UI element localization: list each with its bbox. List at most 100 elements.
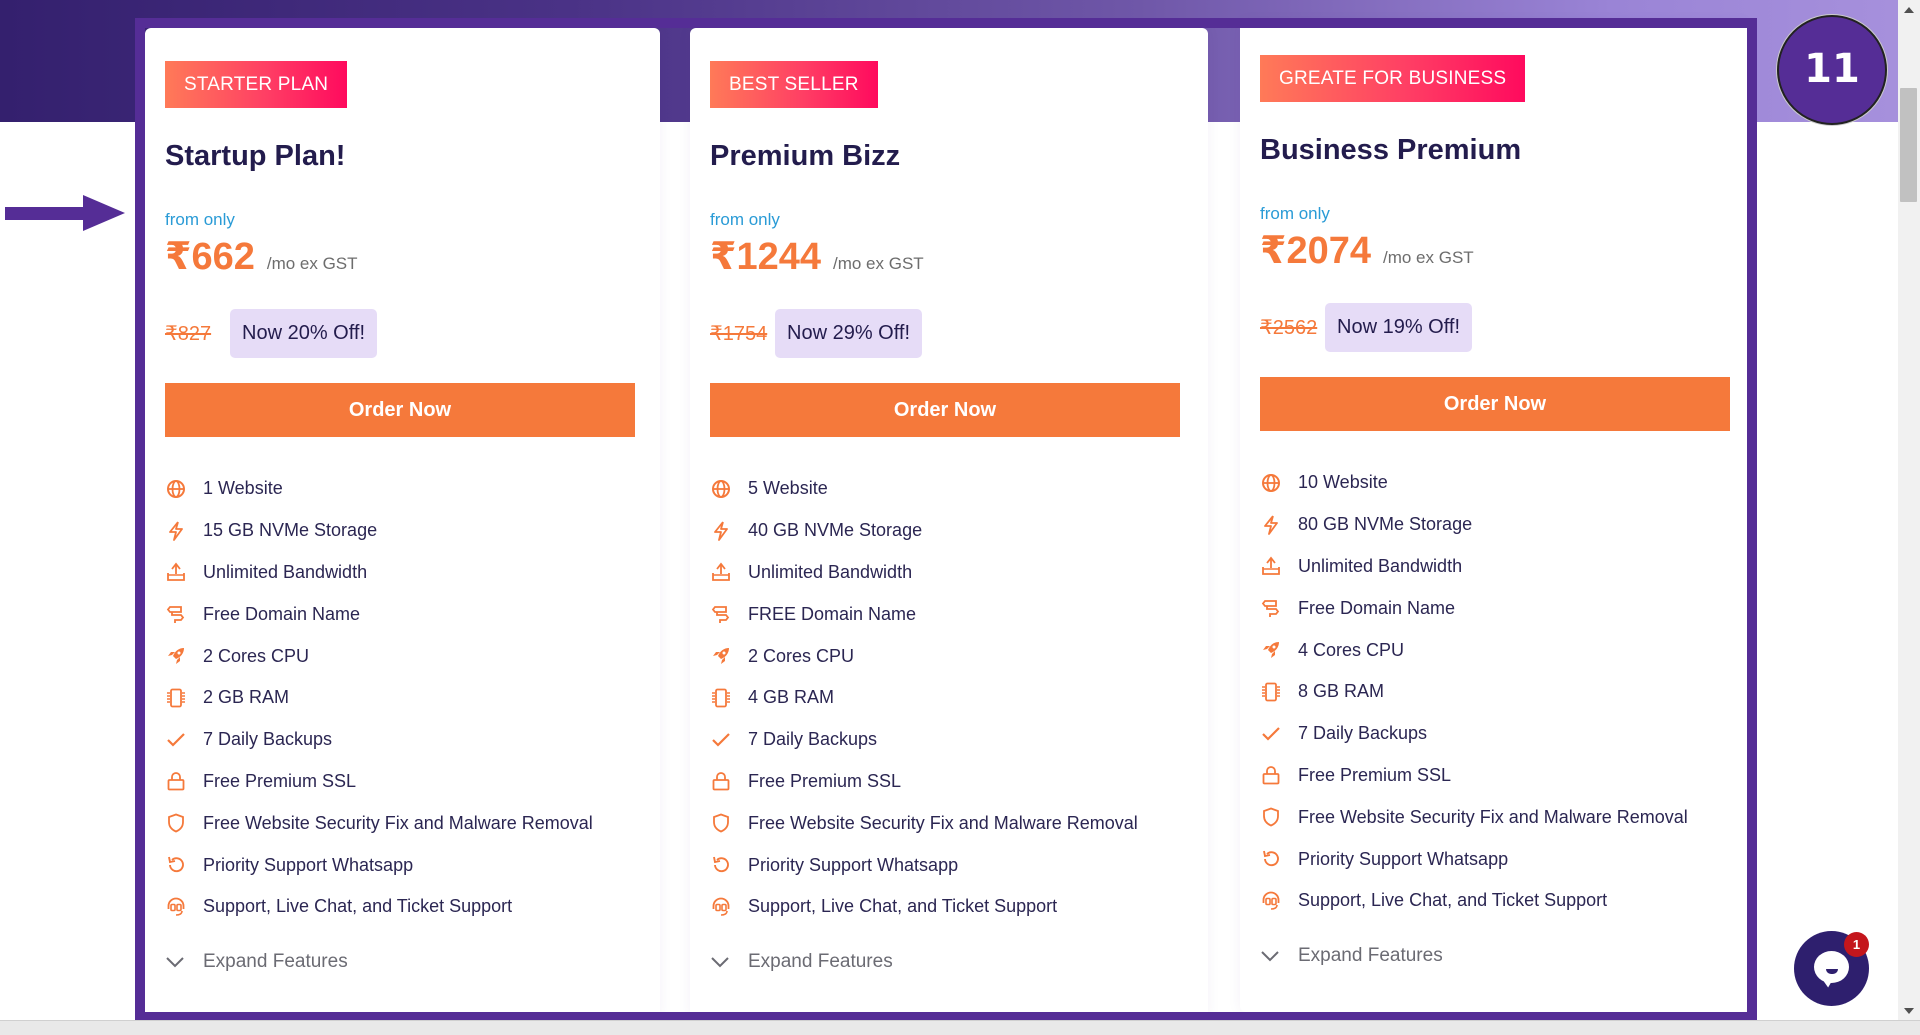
plan-title: Business Premium	[1260, 134, 1522, 166]
feature-item: 10 Website	[1260, 462, 1688, 504]
feature-item: 7 Daily Backups	[165, 719, 593, 761]
chat-unread-badge: 1	[1844, 932, 1869, 957]
globe-icon	[165, 478, 187, 500]
pointer-arrow-icon	[5, 195, 125, 231]
chip-icon	[165, 687, 187, 709]
plan-card-business-premium: GREATE FOR BUSINESS Business Premium fro…	[1240, 22, 1747, 1012]
check-icon	[710, 729, 732, 751]
discount-row: ₹827 Now 20% Off!	[165, 309, 378, 358]
horizontal-scrollbar[interactable]	[0, 1020, 1920, 1035]
feature-text: 4 GB RAM	[748, 687, 835, 708]
order-now-button[interactable]: Order Now	[1260, 377, 1730, 431]
feature-text: Free Premium SSL	[203, 770, 357, 791]
signpost-icon	[1260, 597, 1282, 619]
price-period: /mo ex GST	[1382, 248, 1474, 267]
feature-item: Support, Live Chat, and Ticket Support	[1260, 880, 1688, 922]
feature-item: 15 GB NVMe Storage	[165, 510, 593, 552]
feature-item: Unlimited Bandwidth	[165, 552, 593, 594]
feature-text: Free Domain Name	[1298, 597, 1456, 618]
feature-text: 10 Website	[1298, 472, 1388, 493]
feature-text: Free Website Security Fix and Malware Re…	[203, 812, 593, 833]
feature-item: 4 GB RAM	[710, 677, 1138, 719]
lightning-icon	[165, 520, 187, 542]
chip-icon	[710, 687, 732, 709]
feature-item: Free Website Security Fix and Malware Re…	[710, 802, 1138, 844]
headset-icon	[165, 896, 187, 918]
scroll-up-arrow-icon[interactable]	[1904, 7, 1914, 13]
feature-text: Free Premium SSL	[1298, 764, 1452, 785]
feature-item: Support, Live Chat, and Ticket Support	[165, 886, 593, 928]
upload-tray-icon	[1260, 555, 1282, 577]
headset-icon	[710, 896, 732, 918]
pricing-page: STARTER PLAN Startup Plan! from only ₹66…	[0, 0, 1898, 1020]
expand-features-button[interactable]: Expand Features	[165, 951, 348, 973]
shield-icon	[165, 812, 187, 834]
rocket-icon	[165, 645, 187, 667]
original-price: ₹1754	[710, 323, 768, 345]
from-only-label: from only	[1260, 204, 1330, 223]
chevron-down-icon	[711, 957, 729, 968]
plan-badge: GREATE FOR BUSINESS	[1260, 55, 1526, 102]
globe-icon	[1260, 472, 1282, 494]
feature-text: 1 Website	[203, 478, 283, 499]
feature-item: Free Website Security Fix and Malware Re…	[165, 802, 593, 844]
shield-icon	[1260, 806, 1282, 828]
feature-item: Free Premium SSL	[1260, 755, 1688, 797]
feature-text: Free Website Security Fix and Malware Re…	[1298, 806, 1688, 827]
discount-row: ₹2562 Now 19% Off!	[1260, 303, 1473, 352]
feature-item: Unlimited Bandwidth	[710, 552, 1138, 594]
feature-item: Free Website Security Fix and Malware Re…	[1260, 796, 1688, 838]
headset-icon	[1260, 890, 1282, 912]
scrollbar-thumb[interactable]	[1900, 88, 1917, 202]
check-icon	[1260, 723, 1282, 745]
expand-features-button[interactable]: Expand Features	[1260, 945, 1443, 967]
feature-text: Support, Live Chat, and Ticket Support	[1298, 890, 1608, 911]
check-icon	[165, 729, 187, 751]
feature-item: 40 GB NVMe Storage	[710, 510, 1138, 552]
feature-text: FREE Domain Name	[748, 603, 917, 624]
discount-badge: Now 19% Off!	[1325, 303, 1473, 352]
signpost-icon	[710, 603, 732, 625]
order-now-button[interactable]: Order Now	[710, 383, 1180, 437]
scroll-down-arrow-icon[interactable]	[1904, 1008, 1914, 1014]
feature-text: 4 Cores CPU	[1298, 639, 1405, 660]
feature-text: 8 GB RAM	[1298, 681, 1385, 702]
feature-item: 2 Cores CPU	[710, 635, 1138, 677]
vertical-scrollbar[interactable]	[1898, 0, 1920, 1020]
plan-price: ₹662	[165, 236, 255, 278]
feature-text: Priority Support Whatsapp	[203, 854, 414, 875]
order-now-button[interactable]: Order Now	[165, 383, 635, 437]
plan-card-startup: STARTER PLAN Startup Plan! from only ₹66…	[145, 28, 660, 1018]
feature-item: 1 Website	[165, 468, 593, 510]
feature-text: 2 GB RAM	[203, 687, 290, 708]
price-period: /mo ex GST	[832, 254, 924, 273]
feature-list: 10 Website 80 GB NVMe Storage Unlimited Ba…	[1260, 462, 1688, 922]
undo-icon	[165, 854, 187, 876]
feature-text: 7 Daily Backups	[203, 729, 333, 750]
feature-item: 4 Cores CPU	[1260, 629, 1688, 671]
chevron-down-icon	[1261, 951, 1279, 962]
feature-item: Free Domain Name	[165, 593, 593, 635]
lightning-icon	[1260, 514, 1282, 536]
lock-icon	[1260, 764, 1282, 786]
plan-badge: BEST SELLER	[710, 61, 878, 108]
globe-icon	[710, 478, 732, 500]
expand-features-button[interactable]: Expand Features	[710, 951, 893, 973]
feature-item: 2 GB RAM	[165, 677, 593, 719]
feature-item: 7 Daily Backups	[1260, 713, 1688, 755]
rocket-icon	[710, 645, 732, 667]
feature-text: 7 Daily Backups	[1298, 723, 1428, 744]
expand-features-label: Expand Features	[203, 951, 348, 972]
feature-list: 1 Website 15 GB NVMe Storage Unlimited Ban…	[165, 468, 593, 928]
rocket-icon	[1260, 639, 1282, 661]
plan-price: ₹1244	[710, 236, 821, 278]
feature-text: Unlimited Bandwidth	[1298, 555, 1463, 576]
lightning-icon	[710, 520, 732, 542]
upload-tray-icon	[165, 561, 187, 583]
price-period: /mo ex GST	[266, 254, 358, 273]
feature-text: Priority Support Whatsapp	[1298, 848, 1509, 869]
feature-text: 40 GB NVMe Storage	[748, 520, 923, 541]
feature-text: Support, Live Chat, and Ticket Support	[203, 896, 513, 917]
chip-icon	[1260, 681, 1282, 703]
feature-list: 5 Website 40 GB NVMe Storage Unlimited Ban…	[710, 468, 1138, 928]
